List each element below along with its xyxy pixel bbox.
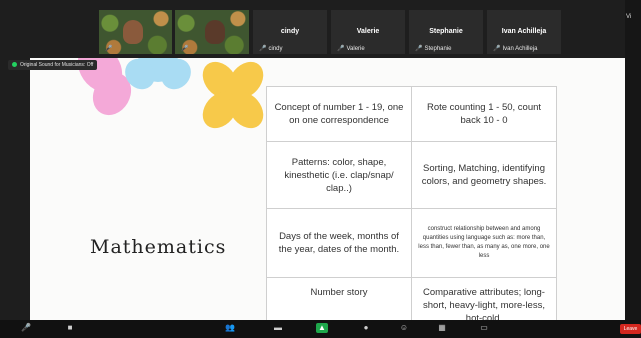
- left-margin: [0, 58, 30, 320]
- share-screen-icon: ▲: [318, 323, 326, 332]
- table-cell: Rote counting 1 - 50, count back 10 - 0: [411, 86, 557, 142]
- participant-center-name: cindy: [280, 28, 300, 35]
- participant-name: 🎤 Valerie: [337, 45, 365, 52]
- share-status-text: Original Sound for Musicians: Off: [20, 62, 94, 68]
- mic-muted-icon: 🎤: [181, 46, 189, 52]
- chat-icon: ▬: [274, 323, 282, 332]
- share-status-dot-icon: [12, 62, 17, 68]
- mic-muted-icon: 🎤: [105, 46, 113, 52]
- participant-name: 🎤 Ivan Achilleja: [493, 45, 538, 52]
- reactions-button[interactable]: ☺: [398, 323, 410, 333]
- right-panel-edge: [625, 0, 641, 338]
- share-status-label[interactable]: Original Sound for Musicians: Off: [8, 60, 98, 70]
- curriculum-table: Concept of number 1 - 19, one on one cor…: [266, 86, 557, 320]
- participant-label: Valerie: [346, 46, 365, 52]
- participant-name: 🎤: [181, 45, 190, 52]
- table-cell: Sorting, Matching, identifying colors, a…: [411, 141, 557, 209]
- participant-center-name: Valerie: [356, 28, 380, 35]
- video-button[interactable]: ■: [64, 323, 76, 333]
- table-row: Number story Comparative attributes; lon…: [266, 277, 557, 320]
- table-row: Concept of number 1 - 19, one on one cor…: [266, 86, 557, 142]
- slide-title: Mathematics: [90, 236, 227, 258]
- table-row: Days of the week, months of the year, da…: [266, 208, 557, 278]
- participant-name: 🎤: [105, 45, 114, 52]
- mic-muted-icon: 🎤: [415, 46, 423, 52]
- record-icon: ●: [363, 323, 369, 332]
- microphone-icon: 🎤: [21, 323, 31, 332]
- table-cell: Days of the week, months of the year, da…: [266, 208, 412, 278]
- participant-face: [205, 20, 225, 44]
- participant-label: Ivan Achilleja: [502, 46, 538, 52]
- participant-tile-1[interactable]: 🎤: [99, 10, 172, 54]
- participants-button[interactable]: 👥: [224, 323, 236, 333]
- participants-icon: 👥: [225, 323, 235, 332]
- whiteboard-button[interactable]: ▭: [478, 323, 490, 333]
- right-panel-label[interactable]: Vi: [626, 14, 631, 20]
- table-cell: Patterns: color, shape, kinesthetic (i.e…: [266, 141, 412, 209]
- table-cell: Number story: [266, 277, 412, 320]
- participant-center-name: Stephanie: [429, 28, 463, 35]
- participant-tile-2[interactable]: 🎤: [175, 10, 249, 54]
- mic-muted-icon: 🎤: [493, 46, 501, 52]
- leave-button[interactable]: Leave: [620, 324, 641, 334]
- participant-strip: 🎤 🎤 cindy 🎤 cindy Valerie 🎤 Valerie Stepha…: [0, 0, 641, 58]
- table-cell: construct relationship between and among…: [411, 208, 557, 278]
- participant-label: Stephanie: [424, 46, 452, 52]
- participant-tile-5[interactable]: Stephanie 🎤 Stephanie: [409, 10, 483, 54]
- table-cell: Comparative attributes; long-short, heav…: [411, 277, 557, 320]
- chat-button[interactable]: ▬: [272, 323, 284, 333]
- participant-name: 🎤 Stephanie: [415, 45, 452, 52]
- participant-name: 🎤 cindy: [259, 45, 283, 52]
- video-camera-icon: ■: [67, 323, 73, 332]
- table-cell: Concept of number 1 - 19, one on one cor…: [266, 86, 412, 142]
- share-screen-button[interactable]: ▲: [316, 323, 328, 333]
- mic-muted-icon: 🎤: [337, 46, 345, 52]
- apps-icon: ▦: [438, 323, 446, 332]
- participant-tile-3[interactable]: cindy 🎤 cindy: [253, 10, 327, 54]
- participant-tile-4[interactable]: Valerie 🎤 Valerie: [331, 10, 405, 54]
- meeting-toolbar: 🎤 ■ 👥 ▬ ▲ ● ☺ ▦ ▭ Leave: [0, 320, 641, 338]
- reactions-icon: ☺: [399, 323, 409, 332]
- butterfly-petals-decoration: [77, 58, 264, 129]
- mute-button[interactable]: 🎤: [20, 323, 32, 333]
- participant-label: cindy: [268, 46, 283, 52]
- record-button[interactable]: ●: [360, 323, 372, 333]
- participant-face: [123, 20, 143, 44]
- participant-tile-6[interactable]: Ivan Achilleja 🎤 Ivan Achilleja: [487, 10, 561, 54]
- table-row: Patterns: color, shape, kinesthetic (i.e…: [266, 141, 557, 209]
- whiteboard-icon: ▭: [480, 323, 488, 332]
- apps-button[interactable]: ▦: [436, 323, 448, 333]
- shared-screen-slide: Mathematics Concept of number 1 - 19, on…: [30, 58, 625, 320]
- participant-center-name: Ivan Achilleja: [501, 28, 547, 35]
- mic-muted-icon: 🎤: [259, 46, 267, 52]
